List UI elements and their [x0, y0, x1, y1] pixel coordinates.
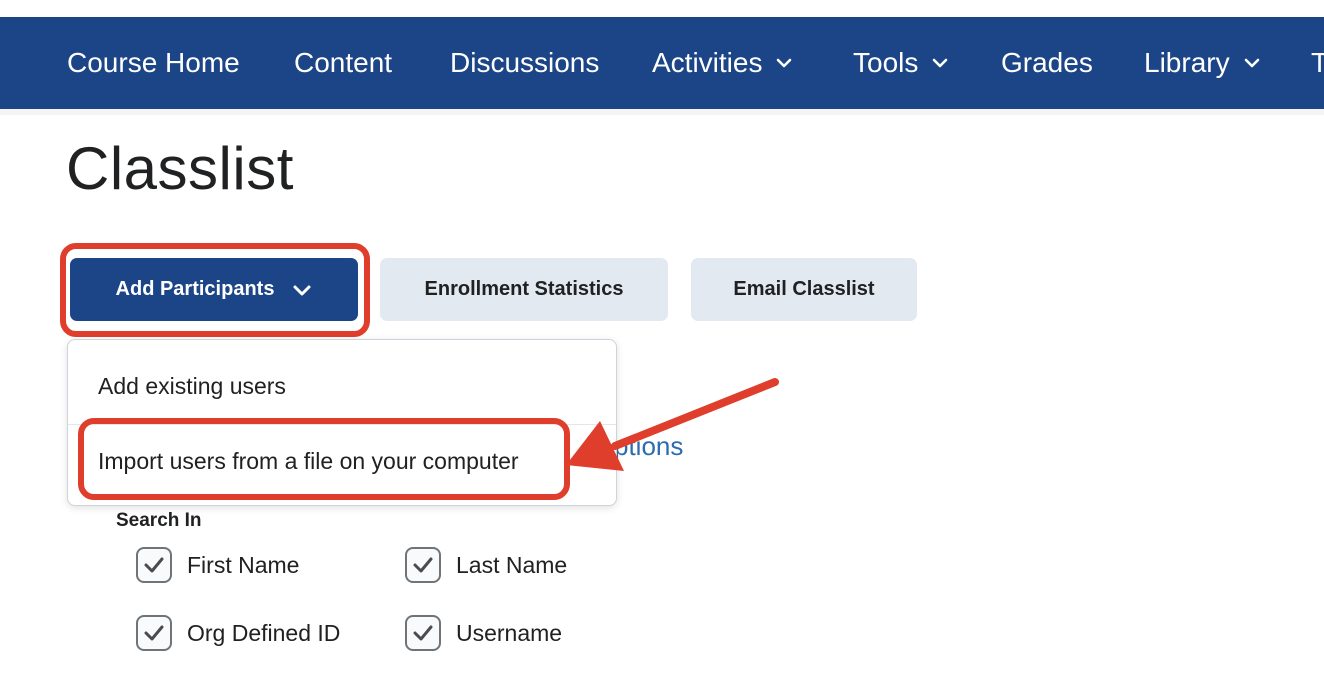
checkbox-label: Last Name — [456, 551, 568, 578]
checkbox-label: Username — [456, 619, 563, 646]
search-in-label: Search In — [116, 510, 202, 531]
search-field-username[interactable]: Username — [405, 615, 562, 651]
search-field-first-name[interactable]: First Name — [136, 547, 299, 583]
org-defined-id-checkbox[interactable] — [136, 615, 172, 651]
checkmark-icon — [413, 557, 433, 573]
checkmark-icon — [413, 625, 433, 641]
first-name-checkbox[interactable] — [136, 547, 172, 583]
username-checkbox[interactable] — [405, 615, 441, 651]
checkbox-label: Org Defined ID — [187, 619, 341, 646]
page: Course Home Content Discussions Activiti… — [0, 0, 1324, 682]
checkmark-icon — [144, 625, 164, 641]
search-field-org-defined-id[interactable]: Org Defined ID — [136, 615, 340, 651]
last-name-checkbox[interactable] — [405, 547, 441, 583]
search-field-last-name[interactable]: Last Name — [405, 547, 567, 583]
checkbox-label: First Name — [187, 551, 300, 578]
checkmark-icon — [144, 557, 164, 573]
